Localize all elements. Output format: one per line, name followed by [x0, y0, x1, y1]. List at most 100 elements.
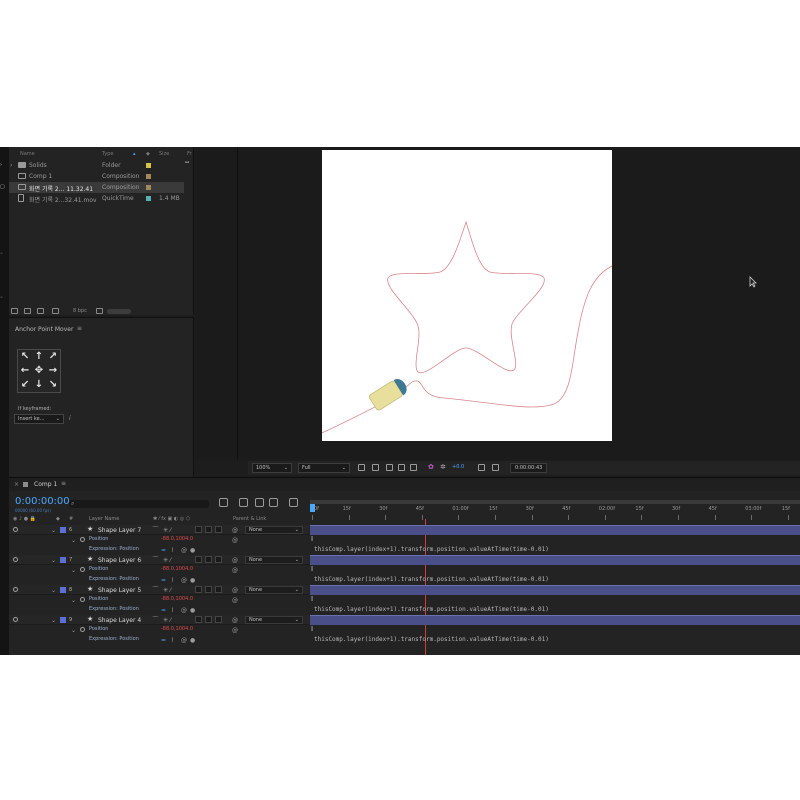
- position-property-row[interactable]: ⌄ Position -88.0,1004.0 @: [9, 565, 309, 575]
- arrow-down-left-icon[interactable]: ↙: [18, 378, 32, 392]
- layer-name[interactable]: Shape Layer 4: [98, 617, 141, 624]
- strip-tool-icon[interactable]: ▢: [0, 184, 5, 190]
- panel-menu-icon[interactable]: ≡: [77, 325, 82, 332]
- time-ruler[interactable]: 0f 15f 30f 45f 01:00f 15f 30f 45f 02:00f 15f 30f 45…: [310, 493, 800, 523]
- switch-box[interactable]: [215, 616, 222, 623]
- stopwatch-icon[interactable]: [80, 537, 85, 542]
- frame-blending-icon[interactable]: [269, 498, 278, 507]
- sort-up-icon[interactable]: ▴: [133, 151, 136, 157]
- arrow-up-right-icon[interactable]: ↗: [46, 350, 60, 364]
- position-value[interactable]: -88.0,1004.0: [161, 566, 193, 572]
- shy-layers-icon[interactable]: [255, 498, 264, 507]
- project-item-screen-recording-mov[interactable]: 화면 기록 2...32.41.mov QuickTime 1.4 MB: [9, 193, 184, 204]
- arrow-right-icon[interactable]: →: [46, 364, 60, 378]
- tab-comp-1[interactable]: Comp 1: [34, 481, 57, 488]
- expression-property-row[interactable]: Expression: Position = ⌇ @ ●: [9, 635, 309, 645]
- switch-box[interactable]: [215, 586, 222, 593]
- arrow-left-icon[interactable]: ←: [18, 364, 32, 378]
- keyframe-option-select[interactable]: Insert ke... ⌄: [14, 414, 64, 424]
- eye-icon[interactable]: [13, 617, 18, 622]
- expand-chevron-icon[interactable]: ⌄: [51, 527, 56, 534]
- pickwhip-icon[interactable]: @: [232, 557, 238, 564]
- eye-icon[interactable]: [13, 557, 18, 562]
- parent-link-select[interactable]: None ⌄: [245, 526, 303, 534]
- parent-link-select[interactable]: None ⌄: [245, 616, 303, 624]
- position-property-row[interactable]: ⌄ Position -88.0,1004.0 @: [9, 625, 309, 635]
- expression-text[interactable]: thisComp.layer(index+1).transform.positi…: [314, 606, 549, 613]
- project-item-screen-recording-comp[interactable]: 화면 기록 2... 11.32.41 Composition: [9, 182, 184, 193]
- mask-visibility-icon[interactable]: [386, 464, 393, 471]
- work-area-bar[interactable]: [310, 500, 800, 504]
- enable-expression-icon[interactable]: =: [161, 547, 166, 554]
- layer-header[interactable]: ⌄ 7 ★ Shape Layer 6 ⁀ ✳ ⁄ @ None ⌄: [9, 555, 309, 565]
- project-item-comp-1[interactable]: Comp 1 Composition: [9, 171, 184, 182]
- expand-chevron-icon[interactable]: ⌄: [71, 537, 76, 544]
- layer-name[interactable]: Shape Layer 5: [98, 587, 141, 594]
- close-icon[interactable]: ×: [14, 481, 19, 488]
- draft-3d-icon[interactable]: [239, 498, 248, 507]
- shy-switch-icon[interactable]: ⁀: [153, 557, 158, 564]
- center-icon[interactable]: ✥: [32, 364, 46, 378]
- new-folder-icon[interactable]: [24, 308, 31, 314]
- layer-search-input[interactable]: ⌕: [69, 500, 209, 508]
- strip-chevron-icon[interactable]: ›: [0, 162, 2, 168]
- arrow-up-left-icon[interactable]: ↖: [18, 350, 32, 364]
- column-number[interactable]: #: [69, 516, 73, 522]
- collapse-switch-icon[interactable]: ✳: [163, 557, 168, 564]
- expression-graph-icon[interactable]: ⌇: [171, 547, 174, 554]
- show-snapshot-icon[interactable]: [492, 464, 499, 471]
- column-parent-link[interactable]: Parent & Link: [233, 516, 266, 522]
- layer-name[interactable]: Shape Layer 6: [98, 557, 141, 564]
- expression-property-row[interactable]: Expression: Position = ⌇ @ ●: [9, 545, 309, 555]
- parent-link-select[interactable]: None ⌄: [245, 586, 303, 594]
- label-swatch[interactable]: [146, 196, 151, 201]
- expand-chevron-icon[interactable]: ⌄: [51, 557, 56, 564]
- shy-switch-icon[interactable]: ⁀: [153, 527, 158, 534]
- snapshot-icon[interactable]: [478, 464, 485, 471]
- layer-header[interactable]: ⌄ 9 ★ Shape Layer 4 ⁀ ✳ ⁄ @ None ⌄: [9, 615, 309, 625]
- current-time-display[interactable]: 0:00:00:43: [510, 463, 548, 473]
- position-value[interactable]: -88.0,1004.0: [161, 536, 193, 542]
- column-type[interactable]: Type: [102, 151, 113, 157]
- panel-menu-icon[interactable]: ≡: [61, 480, 66, 487]
- label-swatch[interactable]: [146, 174, 151, 179]
- pickwhip-icon[interactable]: @: [232, 627, 238, 634]
- layer-label-swatch[interactable]: [60, 587, 66, 593]
- eye-icon[interactable]: [13, 527, 18, 532]
- collapse-switch-icon[interactable]: ✳: [163, 587, 168, 594]
- column-name[interactable]: Name: [20, 151, 35, 157]
- project-settings-icon[interactable]: [52, 308, 59, 314]
- exposure-reset-icon[interactable]: ✲: [440, 463, 446, 471]
- toggle-view-icon[interactable]: [410, 464, 417, 471]
- expression-graph-icon[interactable]: ⌇: [171, 577, 174, 584]
- interpret-footage-icon[interactable]: [11, 308, 18, 314]
- graph-editor-icon[interactable]: [289, 498, 298, 507]
- enable-expression-icon[interactable]: =: [161, 637, 166, 644]
- layer-header[interactable]: ⌄ 8 ★ Shape Layer 5 ⁀ ✳ ⁄ @ None ⌄: [9, 585, 309, 595]
- switch-box[interactable]: [215, 556, 222, 563]
- pickwhip-icon[interactable]: @: [232, 537, 238, 544]
- enable-expression-icon[interactable]: =: [161, 577, 166, 584]
- eye-icon[interactable]: [13, 587, 18, 592]
- switch-box[interactable]: [195, 616, 202, 623]
- stopwatch-icon[interactable]: [80, 597, 85, 602]
- column-layer-name[interactable]: Layer Name: [89, 516, 119, 522]
- pickwhip-icon[interactable]: @: [232, 527, 238, 534]
- av-features-icon[interactable]: ◉ ♪ ● 🔒: [13, 516, 36, 522]
- bit-depth-label[interactable]: 8 bpc: [73, 308, 87, 314]
- label-swatch[interactable]: [146, 185, 151, 190]
- switch-box[interactable]: [195, 556, 202, 563]
- enable-expression-icon[interactable]: =: [161, 607, 166, 614]
- collapse-switch-icon[interactable]: ✳: [163, 617, 168, 624]
- collapse-switch-icon[interactable]: ✳: [163, 527, 168, 534]
- label-swatch[interactable]: [146, 163, 151, 168]
- switch-box[interactable]: [205, 586, 212, 593]
- expand-chevron-icon[interactable]: ⌄: [51, 617, 56, 624]
- layer-duration-bar[interactable]: [310, 555, 800, 565]
- expression-pickwhip-icon[interactable]: @: [181, 607, 187, 614]
- switch-box[interactable]: [205, 556, 212, 563]
- column-frame-rate[interactable]: Fr: [187, 151, 192, 157]
- color-channels-icon[interactable]: ✿: [428, 463, 434, 471]
- resolution-select[interactable]: Full ⌄: [298, 463, 350, 473]
- trash-icon[interactable]: [96, 308, 103, 314]
